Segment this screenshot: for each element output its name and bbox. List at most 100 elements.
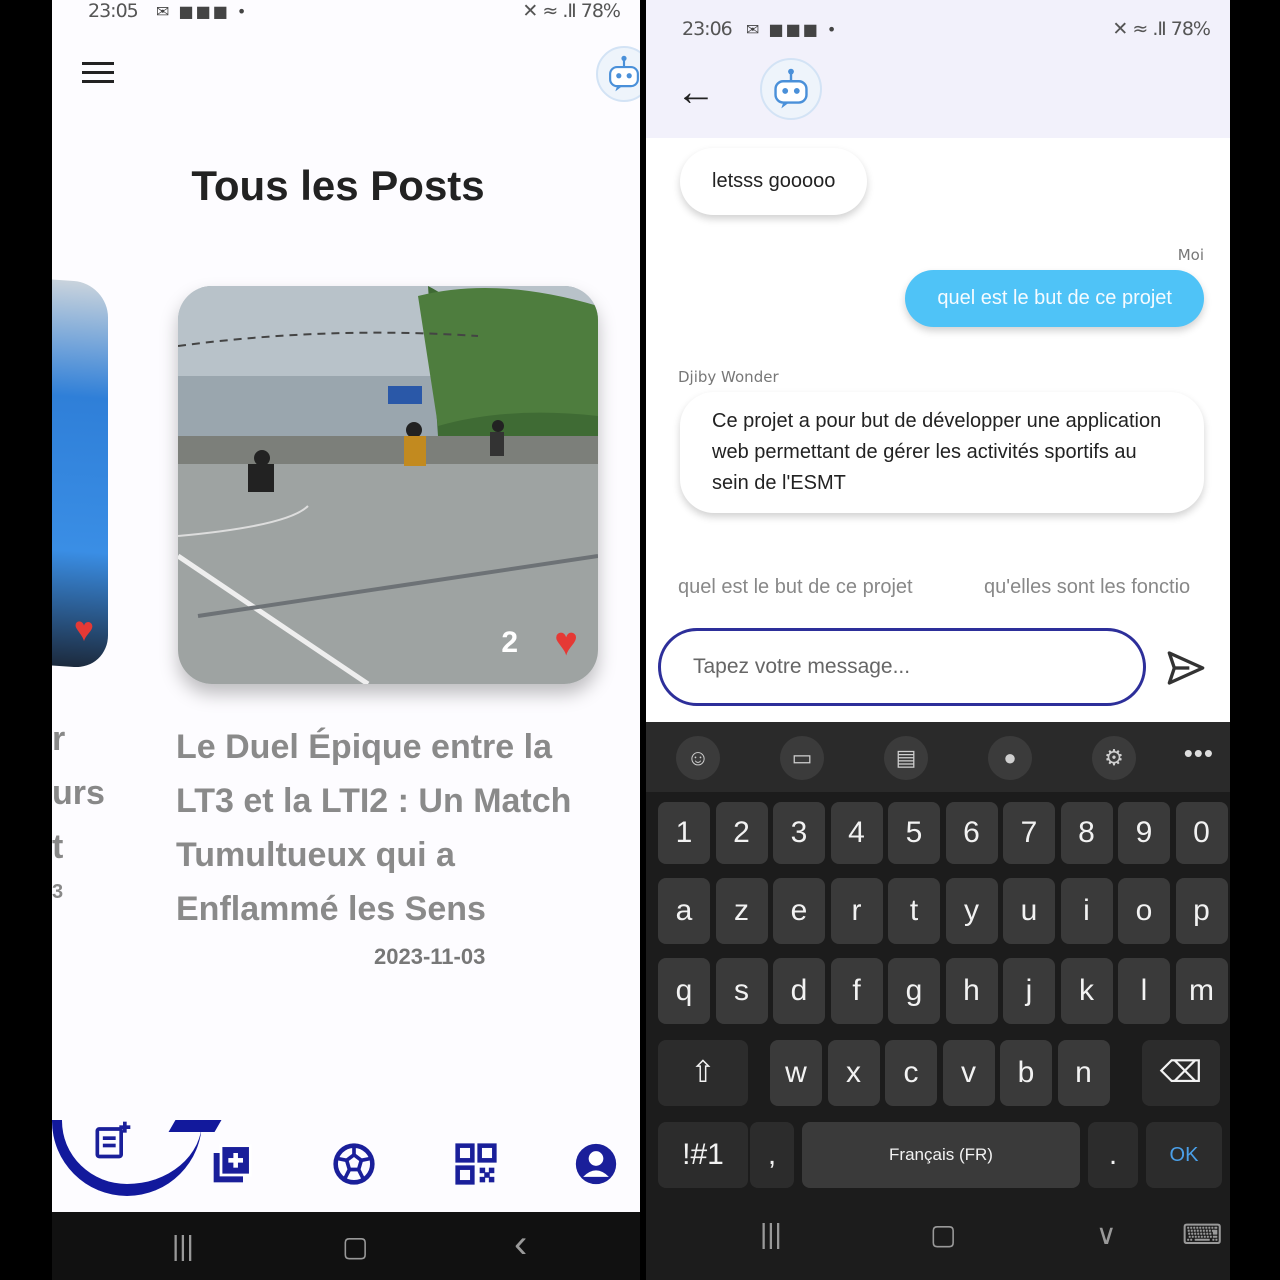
system-navigation: ||| ▢ ∨ ⌨ (646, 1200, 1230, 1280)
heart-icon[interactable]: ♥ (74, 610, 94, 650)
posts-screen: 23:05 ✉ ■■■ • ✕ ≈ .Ⅱ 78% Tous les Posts … (52, 0, 640, 1280)
key-7[interactable]: 7 (1003, 802, 1055, 864)
qr-code-icon[interactable] (454, 1142, 498, 1186)
key-b[interactable]: b (1000, 1040, 1052, 1106)
chat-app-bar: 23:06 ✉ ■■■ • ✕ ≈ .Ⅱ 78% ← (646, 0, 1230, 138)
football-icon[interactable] (332, 1142, 376, 1186)
key-e[interactable]: e (773, 878, 825, 944)
keyboard: ☺ ▭ ▤ ● ⚙ ••• 1234567890 azertyuiop qsdfgh… (646, 722, 1230, 1280)
key-w[interactable]: w (770, 1040, 822, 1106)
home-button[interactable]: ▢ (930, 1218, 956, 1251)
post-image (178, 286, 598, 684)
key-8[interactable]: 8 (1060, 802, 1113, 864)
key-f[interactable]: f (830, 958, 883, 1024)
key-v[interactable]: v (942, 1040, 995, 1106)
heart-icon[interactable]: ♥ (554, 622, 578, 662)
key-o[interactable]: o (1118, 878, 1170, 944)
bot-message: Ce projet a pour but de développer une a… (680, 392, 1204, 513)
previous-post-title: r urs t 3 (52, 720, 105, 903)
chatbot-avatar-button[interactable] (596, 46, 640, 102)
keyboard-switch-icon[interactable]: ⌨ (1182, 1218, 1222, 1251)
screen: 23:05 ✉ ■■■ • ✕ ≈ .Ⅱ 78% Tous les Posts … (0, 0, 1280, 1280)
like-count: 2 (501, 626, 518, 659)
profile-icon[interactable] (574, 1142, 618, 1186)
recents-button[interactable]: ||| (172, 1230, 194, 1262)
key-m[interactable]: m (1175, 958, 1228, 1024)
suggestion-chip[interactable]: quel est le but de ce projet (678, 576, 913, 599)
key-k[interactable]: k (1060, 958, 1113, 1024)
key-5[interactable]: 5 (888, 802, 940, 864)
key-r[interactable]: r (830, 878, 883, 944)
key-q[interactable]: q (658, 958, 710, 1024)
page-title: Tous les Posts (191, 162, 485, 209)
space-key[interactable]: Français (FR) (802, 1122, 1080, 1188)
bot-message: letsss gooooo (680, 148, 868, 215)
key-u[interactable]: u (1003, 878, 1055, 944)
notes-icon[interactable]: ▤ (884, 736, 928, 780)
settings-icon[interactable]: ⚙ (1092, 736, 1136, 780)
status-right: ✕ ≈ .Ⅱ 78% (522, 0, 621, 22)
clipboard-icon[interactable]: ▭ (780, 736, 824, 780)
key-d[interactable]: d (773, 958, 825, 1024)
suggestion-chip[interactable]: qu'elles sont les fonctio (984, 576, 1190, 599)
ok-key[interactable]: OK (1146, 1122, 1222, 1188)
symbols-key[interactable]: !#1 (658, 1122, 748, 1188)
previous-post-card[interactable]: ♥ (52, 276, 108, 670)
key-z[interactable]: z (715, 878, 768, 944)
more-options-icon[interactable]: ••• (1184, 738, 1214, 769)
robot-icon (609, 55, 639, 92)
key-6[interactable]: 6 (945, 802, 998, 864)
emoji-icon[interactable]: ☺ (676, 736, 720, 780)
key-n[interactable]: n (1057, 1040, 1110, 1106)
key-s[interactable]: s (715, 958, 768, 1024)
backspace-key[interactable]: ⌫ (1142, 1040, 1220, 1106)
post-date: 2023-11-03 (374, 944, 486, 969)
message-input[interactable] (693, 655, 1113, 679)
status-time: 23:05 (88, 0, 139, 22)
message-sender: Moi (1177, 246, 1204, 264)
add-post-icon[interactable] (210, 1142, 254, 1186)
key-g[interactable]: g (888, 958, 940, 1024)
hide-keyboard-button[interactable]: ∨ (1096, 1218, 1117, 1251)
key-3[interactable]: 3 (773, 802, 825, 864)
user-message: quel est le but de ce projet (905, 270, 1204, 327)
post-title[interactable]: Le Duel Épique entre la LT3 et la LTI2 :… (176, 720, 596, 936)
key-i[interactable]: i (1060, 878, 1113, 944)
keyboard-toolbar: ☺ ▭ ▤ ● ⚙ ••• (646, 722, 1230, 792)
status-bar: 23:05 ✉ ■■■ • ✕ ≈ .Ⅱ 78% (52, 0, 640, 26)
notification-icons: ✉ ■■■ • (746, 20, 839, 39)
menu-icon[interactable] (82, 62, 114, 86)
key-2[interactable]: 2 (715, 802, 768, 864)
bottom-navigation (52, 1116, 640, 1212)
key-y[interactable]: y (945, 878, 998, 944)
key-l[interactable]: l (1118, 958, 1170, 1024)
chatbot-avatar (760, 58, 822, 120)
recents-button[interactable]: ||| (760, 1218, 782, 1250)
key-1[interactable]: 1 (658, 802, 710, 864)
posts-icon[interactable] (90, 1118, 134, 1162)
key-0[interactable]: 0 (1175, 802, 1228, 864)
back-button[interactable]: ‹ (514, 1222, 527, 1267)
key-h[interactable]: h (945, 958, 998, 1024)
comma-key[interactable]: , (750, 1122, 794, 1188)
status-right: ✕ ≈ .Ⅱ 78% (1112, 18, 1211, 40)
shift-key[interactable]: ⇧ (658, 1040, 748, 1106)
message-sender: Djiby Wonder (678, 368, 779, 386)
chat-screen: 23:06 ✉ ■■■ • ✕ ≈ .Ⅱ 78% ← letsss gooooo… (646, 0, 1230, 1280)
key-4[interactable]: 4 (830, 802, 883, 864)
period-key[interactable]: . (1088, 1122, 1138, 1188)
key-x[interactable]: x (827, 1040, 880, 1106)
key-j[interactable]: j (1003, 958, 1055, 1024)
back-arrow-icon[interactable]: ← (676, 70, 716, 115)
key-p[interactable]: p (1175, 878, 1228, 944)
key-9[interactable]: 9 (1118, 802, 1170, 864)
post-card[interactable]: 2 ♥ (178, 286, 598, 684)
message-composer (658, 628, 1146, 706)
key-c[interactable]: c (885, 1040, 937, 1106)
microphone-icon[interactable]: ● (988, 736, 1032, 780)
robot-icon (774, 68, 808, 109)
key-t[interactable]: t (888, 878, 940, 944)
key-a[interactable]: a (658, 878, 710, 944)
send-icon[interactable] (1166, 648, 1206, 688)
home-button[interactable]: ▢ (342, 1230, 368, 1263)
